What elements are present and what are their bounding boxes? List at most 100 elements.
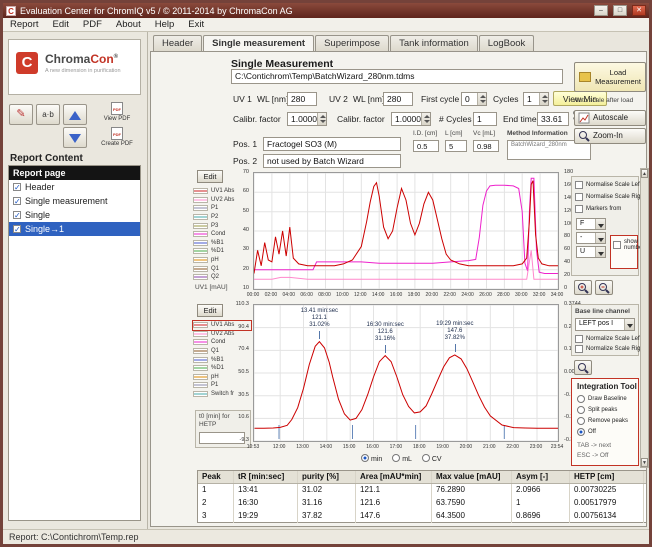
unit-option-ml[interactable]: mL [392,454,412,463]
radio-icon[interactable] [392,454,400,462]
edit-top-chart-button[interactable]: Edit [197,170,223,183]
radio-icon[interactable] [577,406,585,414]
pos2-input[interactable]: not used by Batch Wizard [263,154,401,168]
baseline-normalize-left-option[interactable]: Normalize Scale Left [575,335,641,343]
radio-icon[interactable] [422,454,430,462]
checkbox-icon[interactable] [575,181,583,189]
remove-peaks-option[interactable]: Remove peaks [577,417,628,425]
zoom-minus-button[interactable] [595,280,613,295]
menu-edit[interactable]: Edit [46,19,76,30]
end-time-input[interactable]: 33.61 [537,112,569,126]
spinner-icon[interactable] [539,93,548,105]
marker-dropdown-3[interactable]: U [576,246,606,258]
normalise-scale-right-option[interactable]: Normalise Scale Right [575,193,645,201]
baseline-normalize-right-option[interactable]: Normalize Scale Right [575,345,645,353]
edit-bottom-chart-button[interactable]: Edit [197,304,223,317]
marker-dropdown-1[interactable]: F [576,218,606,230]
menu-help[interactable]: Help [148,19,182,30]
text-tool-button[interactable]: a·b [36,104,60,125]
minimize-button[interactable]: – [594,5,608,16]
menu-report[interactable]: Report [3,19,46,30]
checkbox-icon[interactable] [13,211,21,219]
checkbox-icon[interactable] [575,193,583,201]
spinner-icon[interactable] [421,113,430,125]
split-peaks-option[interactable]: Split peaks [577,406,617,414]
load-measurement-button[interactable]: Load Measurement [574,62,646,92]
show-number-option[interactable]: show number [613,239,637,251]
move-down-button[interactable] [63,127,87,148]
checkbox-icon[interactable] [13,183,21,191]
right-scrollbar[interactable]: ▲ ▼ [640,168,649,468]
checkbox-icon[interactable] [613,241,621,249]
zoom-plus-button[interactable] [574,280,592,295]
scroll-up-icon[interactable]: ▲ [641,169,648,178]
tab-single-measurement[interactable]: Single measurement [203,35,314,52]
legend-label: pH [211,257,219,263]
tree-item-header[interactable]: Header [9,180,140,194]
create-pdf-button[interactable]: Create PDF [95,127,139,149]
tab-logbook[interactable]: LogBook [479,35,535,52]
radio-icon[interactable] [577,428,585,436]
unit-option-min[interactable]: min [361,454,382,463]
close-button[interactable]: ✕ [632,5,646,16]
zoom-in-button[interactable]: Zoom-In [574,128,646,144]
uv1-wl-input[interactable]: 280 [287,92,317,106]
radio-icon[interactable] [361,454,369,462]
uv2-wl-input[interactable]: 280 [383,92,413,106]
maximize-button[interactable]: □ [613,5,627,16]
tab-header[interactable]: Header [153,35,202,52]
draw-baseline-option[interactable]: Draw Baseline [577,395,627,403]
first-cycle-value: 0 [465,94,470,104]
checkbox-icon[interactable] [13,197,21,205]
menu-pdf[interactable]: PDF [76,19,109,30]
bottom-chart-plot[interactable]: 13.41 min:sec121.131.02%16:30 min:sec121… [253,304,559,442]
radio-icon[interactable] [577,417,585,425]
table-row[interactable]: 1 13:41 31.02 121.1 76.2890 2.0966 0.007… [198,484,646,497]
tree-item-single-1[interactable]: Single→1 [9,222,140,236]
top-chart-x-axis: 00:0002:0004:0006:0008:0010:0012:0014:00… [253,291,559,299]
integration-off-option[interactable]: Off [577,428,596,436]
calibr2-input[interactable]: 1.0000 [391,112,431,126]
table-row[interactable]: 3 19:29 37.82 147.6 64.3500 0.8696 0.007… [198,510,646,523]
baseline-zoom-button[interactable] [574,360,592,375]
table-header-row: Peak tR [min:sec] purity [%] Area [mAU*m… [198,471,646,484]
view-pdf-button[interactable]: View PDF [95,102,139,124]
checkbox-icon[interactable] [575,205,583,213]
l-label: L [cm] [445,130,462,137]
spinner-icon[interactable] [477,93,486,105]
num-cycles-input[interactable]: 1 [473,112,497,126]
spinner-icon[interactable] [317,113,326,125]
normalise-scale-left-option[interactable]: Normalise Scale Left [575,181,641,189]
menu-exit[interactable]: Exit [181,19,211,30]
tab-superimpose[interactable]: Superimpose [315,35,389,52]
checkbox-icon[interactable] [575,345,583,353]
file-path-input[interactable]: C:\Contichrom\Temp\BatchWizard_280nm.tdm… [231,69,563,84]
integration-tool-group: Integration Tool Draw Baseline Split pea… [571,378,639,466]
first-cycle-input[interactable]: 0 [461,92,487,106]
unit-option-cv[interactable]: CV [422,454,442,463]
menu-about[interactable]: About [109,19,148,30]
chevron-down-icon[interactable] [595,247,605,257]
chevron-down-icon[interactable] [595,233,605,243]
marker-dropdown-2[interactable]: - [576,232,606,244]
edit-report-button[interactable]: ✎ [9,104,33,125]
tree-item-single-measurement[interactable]: Single measurement [9,194,140,208]
tab-tank-information[interactable]: Tank information [390,35,478,52]
baseline-channel-dropdown[interactable]: LEFT pos I [575,318,635,331]
autoscale-button[interactable]: Autoscale [574,110,646,126]
tree-item-single[interactable]: Single [9,208,140,222]
radio-icon[interactable] [577,395,585,403]
checkbox-icon[interactable] [575,335,583,343]
option-label: Normalise Scale Left [586,182,641,188]
scroll-down-icon[interactable]: ▼ [641,458,648,467]
pos1-input[interactable]: Fractogel SO3 (M) [263,137,401,151]
chevron-down-icon[interactable] [595,219,605,229]
calibr1-input[interactable]: 1.0000 [287,112,327,126]
top-chart-plot[interactable] [253,172,559,290]
chevron-down-icon[interactable] [624,319,634,330]
checkbox-icon[interactable] [13,225,21,233]
cycles-input[interactable]: 1 [523,92,549,106]
table-row[interactable]: 2 16:30 31.16 121.6 63.7590 1 0.00517979 [198,497,646,510]
markers-from-option[interactable]: Markers from [575,205,621,213]
move-up-button[interactable] [63,104,87,125]
